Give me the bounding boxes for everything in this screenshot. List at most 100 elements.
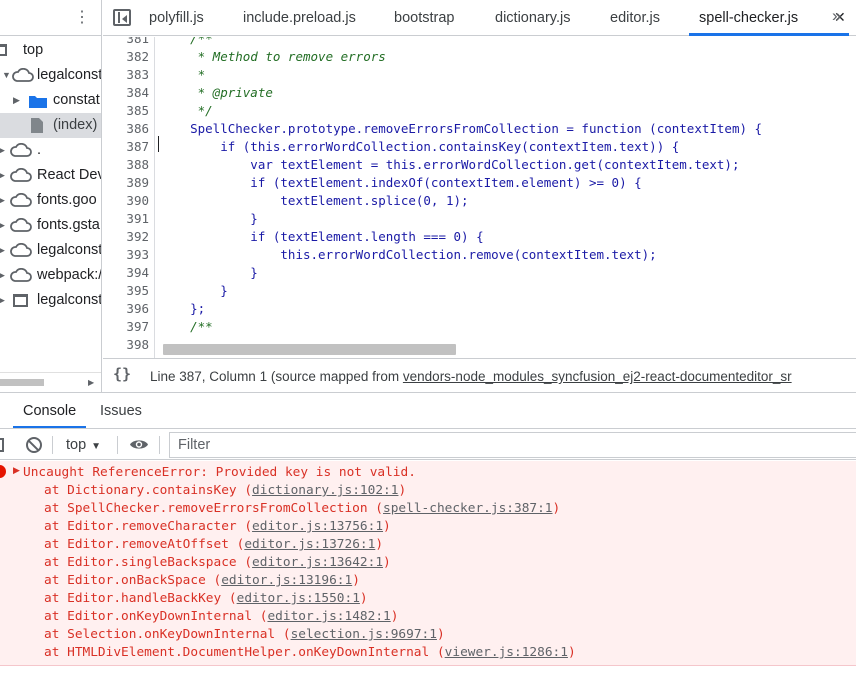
code-line: * <box>160 67 206 82</box>
expand-arrow-icon[interactable]: ▶ <box>13 465 20 476</box>
navigator-header: ⋮ <box>0 0 101 36</box>
stack-location-link[interactable]: viewer.js:1286:1 <box>445 645 568 660</box>
live-expression-eye-icon[interactable] <box>129 438 149 451</box>
line-number[interactable]: 383 <box>103 66 149 84</box>
line-number[interactable]: 384 <box>103 84 149 102</box>
code-line: if (this.errorWordCollection.containsKey… <box>160 139 680 154</box>
code-line: * Method to remove errors <box>160 49 386 64</box>
source-map-link[interactable]: vendors-node_modules_syncfusion_ej2-reac… <box>403 369 792 384</box>
tree-item-label: fonts.goo <box>37 192 97 208</box>
line-number[interactable]: 382 <box>103 48 149 66</box>
tab-include-preload[interactable]: include.preload.js <box>243 0 356 36</box>
tab-issues[interactable]: Issues <box>100 393 142 428</box>
collapsed-arrow-icon[interactable]: ▶ <box>0 238 5 263</box>
line-number[interactable]: 395 <box>103 282 149 300</box>
tab-console[interactable]: Console <box>13 393 87 428</box>
tree-item-legalconst[interactable]: ▼ legalconst <box>0 63 102 88</box>
more-tabs-icon[interactable]: » <box>832 6 841 26</box>
stack-frame: at Selection.onKeyDownInternal (selectio… <box>44 627 445 642</box>
collapsed-arrow-icon[interactable]: ▶ <box>0 213 5 238</box>
scroll-right-arrow-icon[interactable]: ▶ <box>88 378 94 387</box>
cloud-icon <box>10 193 32 207</box>
filter-input[interactable] <box>169 432 856 458</box>
tree-item-webpack[interactable]: ▶ webpack:/ <box>0 263 101 288</box>
console-toolbar: top ▼ <box>0 430 856 460</box>
tree-item-label: legalconst <box>37 292 102 308</box>
line-number[interactable]: 394 <box>103 264 149 282</box>
tree-item-fonts-gsta[interactable]: ▶ fonts.gsta <box>0 213 101 238</box>
console-sidebar-icon[interactable] <box>0 438 4 452</box>
tree-item-label: legalconst <box>37 67 102 83</box>
tree-item-fonts-goo[interactable]: ▶ fonts.goo <box>0 188 101 213</box>
tab-bootstrap[interactable]: bootstrap <box>394 0 454 36</box>
tree-item-dot[interactable]: ▶ . <box>0 138 101 163</box>
line-number[interactable]: 391 <box>103 210 149 228</box>
clear-console-icon[interactable] <box>26 437 42 453</box>
stack-function: at HTMLDivElement.DocumentHelper.onKeyDo… <box>44 645 430 660</box>
navigator-scrollbar[interactable]: ▶ <box>0 372 101 392</box>
tab-spell-checker[interactable]: spell-checker.js <box>689 0 849 36</box>
scrollbar-thumb[interactable] <box>0 379 44 386</box>
line-number[interactable]: 398 <box>103 336 149 354</box>
line-number[interactable]: 392 <box>103 228 149 246</box>
toggle-navigator-icon[interactable] <box>113 9 131 26</box>
tab-label: spell-checker.js <box>699 10 799 26</box>
pretty-print-icon[interactable]: {} <box>113 365 131 383</box>
tree-item-label: top <box>23 42 44 58</box>
collapsed-arrow-icon[interactable]: ▶ <box>0 263 5 288</box>
code-line: } <box>160 211 258 226</box>
context-selector[interactable]: top ▼ <box>66 434 101 458</box>
error-text[interactable]: Uncaught ReferenceError: Provided key is… <box>23 464 416 482</box>
collapsed-arrow-icon[interactable]: ▶ <box>0 163 5 188</box>
code-line: * @private <box>160 85 273 100</box>
stack-location-link[interactable]: editor.js:1550:1 <box>237 591 360 606</box>
line-number[interactable]: 385 <box>103 102 149 120</box>
collapsed-arrow-icon[interactable]: ▶ <box>0 138 5 163</box>
expanded-arrow-icon[interactable]: ▼ <box>2 63 11 88</box>
line-number-gutter[interactable]: 381 382 383 384 385 386 387 388 389 390 … <box>103 37 155 358</box>
stack-frame: at Editor.singleBackspace (editor.js:136… <box>44 555 391 570</box>
line-number[interactable]: 387 <box>103 138 149 156</box>
tab-editor[interactable]: editor.js <box>610 0 660 36</box>
stack-location-link[interactable]: dictionary.js:102:1 <box>252 483 398 498</box>
line-number[interactable]: 381 <box>103 37 149 48</box>
tree-item-react-dev[interactable]: ▶ React Dev <box>0 163 101 188</box>
stack-location-link[interactable]: editor.js:1482:1 <box>267 609 390 624</box>
collapsed-arrow-icon[interactable]: ▶ <box>0 288 5 313</box>
code-editor[interactable]: 381 382 383 384 385 386 387 388 389 390 … <box>103 37 856 358</box>
more-options-icon[interactable]: ⋮ <box>74 8 90 28</box>
cloud-icon <box>12 68 34 82</box>
tree-item-legalconst-2[interactable]: ▶ legalconst <box>0 238 101 263</box>
line-number[interactable]: 389 <box>103 174 149 192</box>
tab-dictionary[interactable]: dictionary.js <box>495 0 570 36</box>
stack-location-link[interactable]: selection.js:9697:1 <box>291 627 437 642</box>
collapsed-arrow-icon[interactable]: ▶ <box>0 188 5 213</box>
tab-polyfill[interactable]: polyfill.js <box>149 0 204 36</box>
line-number[interactable]: 388 <box>103 156 149 174</box>
tree-item-index[interactable]: (index) <box>0 113 101 138</box>
stack-location-link[interactable]: editor.js:13756:1 <box>252 519 383 534</box>
stack-location-link[interactable]: editor.js:13642:1 <box>252 555 383 570</box>
tree-item-constat[interactable]: ▶ constat <box>0 88 101 113</box>
collapsed-arrow-icon[interactable]: ▶ <box>13 88 20 113</box>
stack-function: at Editor.removeAtOffset <box>44 537 229 552</box>
line-number[interactable]: 393 <box>103 246 149 264</box>
code-line: } <box>160 283 228 298</box>
line-number[interactable]: 396 <box>103 300 149 318</box>
stack-location-link[interactable]: spell-checker.js:387:1 <box>383 501 553 516</box>
line-number[interactable]: 397 <box>103 318 149 336</box>
status-text: Line 387, Column 1 (source mapped from v… <box>150 369 792 384</box>
line-number[interactable]: 390 <box>103 192 149 210</box>
stack-frame: at Editor.handleBackKey (editor.js:1550:… <box>44 591 368 606</box>
tree-item-label: . <box>37 142 42 158</box>
stack-location-link[interactable]: editor.js:13726:1 <box>244 537 375 552</box>
line-number[interactable]: 386 <box>103 120 149 138</box>
stack-location-link[interactable]: editor.js:13196:1 <box>221 573 352 588</box>
tree-item-legalconst-frame[interactable]: ▶ legalconst <box>0 288 102 313</box>
editor-scrollbar-thumb[interactable] <box>163 344 456 355</box>
console-drawer: Console Issues top ▼ ▶ Uncaught Reference… <box>0 392 856 678</box>
stack-frame: at Editor.onKeyDownInternal (editor.js:1… <box>44 609 399 624</box>
tree-item-label: (index) <box>53 117 98 133</box>
code-line: */ <box>160 103 213 118</box>
tree-item-top[interactable]: top <box>0 38 101 63</box>
